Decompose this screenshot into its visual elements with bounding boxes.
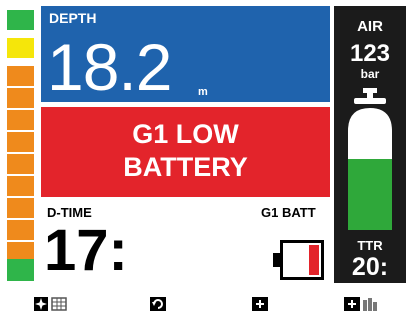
ascent-segment-5 [7, 110, 34, 130]
depth-panel: DEPTH 18.2 m [41, 6, 330, 102]
depth-unit: m [198, 86, 208, 98]
ascent-segment-6 [7, 132, 34, 152]
tank-icon [348, 88, 392, 230]
battery-terminal [273, 253, 280, 267]
air-pressure-value: 123 [349, 40, 391, 67]
plus-icon[interactable] [252, 297, 268, 311]
ascent-segment-8 [7, 176, 34, 196]
rotate-icon[interactable] [150, 297, 166, 311]
compass-gauge-icon[interactable] [34, 297, 74, 311]
ttr-value: 20: [351, 253, 389, 281]
alarm-text-line-1: G1 LOW [132, 119, 239, 149]
ascent-segment-10 [7, 220, 34, 240]
ascent-segment-9 [7, 198, 34, 218]
battery-icon [280, 240, 324, 280]
plus-chart-icon[interactable] [344, 297, 384, 311]
ascent-segment-4 [7, 88, 34, 108]
ascent-segment-7 [7, 154, 34, 174]
air-pressure-unit: bar [360, 67, 380, 81]
air-label: AIR [357, 18, 383, 35]
depth-label: DEPTH [49, 10, 97, 26]
ascent-segment-3 [7, 66, 34, 86]
ascent-segment-1 [7, 10, 34, 30]
alarm-panel: G1 LOW BATTERY [41, 107, 330, 197]
alarm-text-line-2: BATTERY [123, 152, 248, 182]
battery-level-fill [309, 245, 319, 275]
ascent-segment-2 [7, 38, 34, 58]
air-panel: AIR 123 bar TTR 20: [334, 6, 406, 283]
depth-value: 18.2 [47, 30, 172, 104]
dive-time-value: 17: [44, 218, 128, 283]
ascent-segment-12 [7, 259, 34, 281]
ascent-rate-bar [0, 0, 40, 290]
ttr-label: TTR [357, 238, 383, 253]
battery-label: G1 BATT [261, 205, 316, 220]
